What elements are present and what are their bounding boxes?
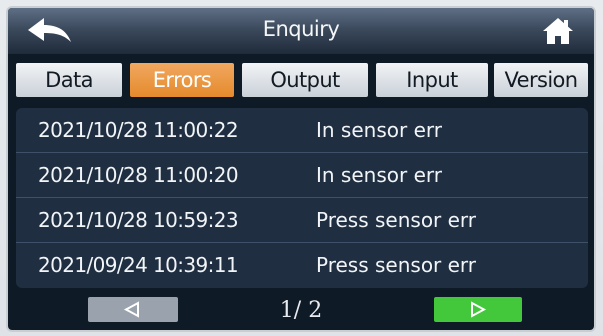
error-message: In sensor err — [316, 118, 442, 142]
error-timestamp: 2021/10/28 11:00:20 — [38, 163, 239, 187]
error-timestamp: 2021/10/28 11:00:22 — [38, 118, 239, 142]
home-button[interactable] — [542, 16, 574, 46]
next-page-button[interactable] — [434, 297, 522, 322]
error-log-row: 2021/10/28 10:59:23 Press sensor err — [16, 198, 588, 243]
error-message: Press sensor err — [316, 253, 477, 277]
error-log-row: 2021/10/28 11:00:20 In sensor err — [16, 153, 588, 198]
touch-screen: Enquiry Data Errors Output Input Version… — [8, 8, 594, 330]
triangle-right-icon — [471, 301, 487, 318]
page-title: Enquiry — [262, 17, 340, 41]
error-message: In sensor err — [316, 163, 442, 187]
tab-data[interactable]: Data — [16, 63, 122, 97]
tab-errors[interactable]: Errors — [130, 63, 234, 97]
tab-bar: Data Errors Output Input Version — [16, 63, 588, 99]
device-bezel: Enquiry Data Errors Output Input Version… — [0, 0, 603, 336]
error-log-list: 2021/10/28 11:00:22 In sensor err 2021/1… — [16, 108, 588, 288]
tab-input[interactable]: Input — [376, 63, 488, 97]
error-timestamp: 2021/09/24 10:39:11 — [38, 253, 239, 277]
pagination-bar: 1/ 2 — [8, 288, 594, 330]
home-icon — [543, 18, 573, 44]
error-timestamp: 2021/10/28 10:59:23 — [38, 208, 239, 232]
tab-version[interactable]: Version — [494, 63, 588, 97]
error-log-row: 2021/10/28 11:00:22 In sensor err — [16, 108, 588, 153]
error-message: Press sensor err — [316, 208, 477, 232]
tab-output[interactable]: Output — [242, 63, 368, 97]
title-bar: Enquiry — [8, 8, 594, 54]
error-log-row: 2021/09/24 10:39:11 Press sensor err — [16, 243, 588, 287]
